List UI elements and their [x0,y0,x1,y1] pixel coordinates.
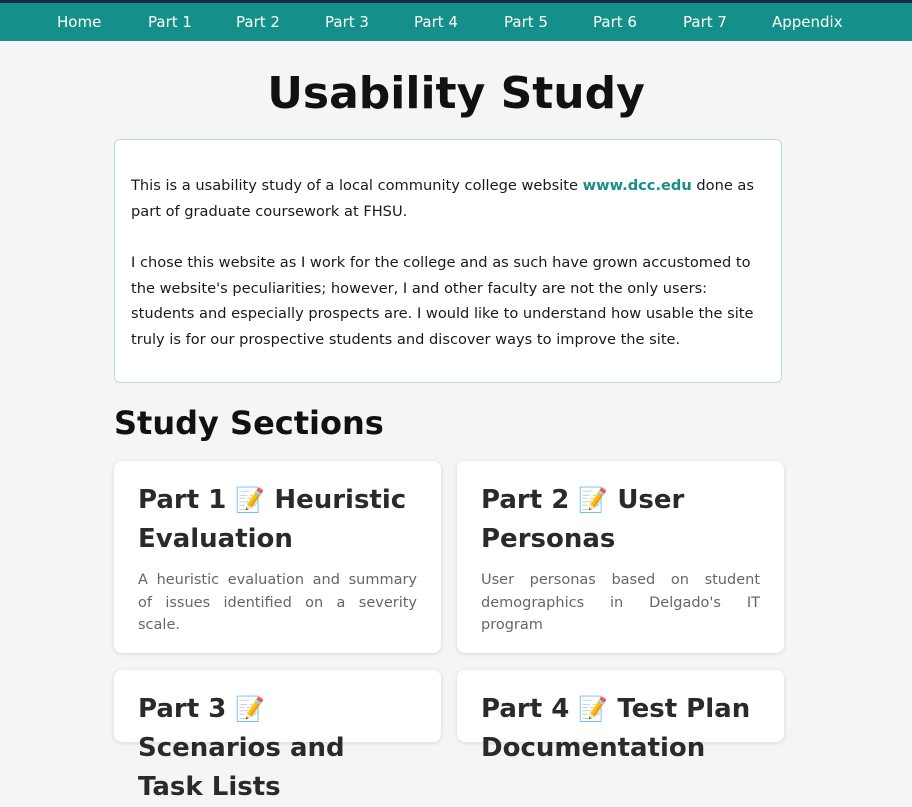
card-title: Part 4 📝 Test Plan Documentation [481,690,760,768]
card-title: Part 2 📝 User Personas [481,481,760,559]
card-description: A heuristic evaluation and summary of is… [138,572,417,633]
pencil-memo-icon: 📝 [235,695,266,723]
section-card-part-1[interactable]: Part 1 📝 Heuristic Evaluation A heuristi… [114,461,441,653]
card-part-label: Part 3 [138,694,227,724]
top-navigation-bar: Home Part 1 Part 2 Part 3 Part 4 Part 5 … [0,3,912,41]
card-description: User personas based on student demograph… [481,572,760,633]
nav-link-part-3[interactable]: Part 3 [325,3,369,41]
section-card-part-3[interactable]: Part 3 📝 Scenarios and Task Lists [114,670,441,802]
intro-paragraph-1: This is a usability study of a local com… [131,173,771,224]
intro-box: This is a usability study of a local com… [114,139,782,383]
page-title: Usability Study [267,68,645,119]
pencil-memo-icon: 📝 [235,486,266,514]
nav-link-part-2[interactable]: Part 2 [236,3,280,41]
nav-link-part-6[interactable]: Part 6 [593,3,637,41]
card-part-label: Part 4 [481,694,570,724]
study-sections-heading: Study Sections [114,404,384,442]
card-part-label: Part 2 [481,485,570,515]
pencil-memo-icon: 📝 [578,695,609,723]
nav-link-part-5[interactable]: Part 5 [504,3,548,41]
nav-link-home[interactable]: Home [57,3,101,41]
pencil-memo-icon: 📝 [578,486,609,514]
card-title: Part 3 📝 Scenarios and Task Lists [138,690,417,807]
section-card-part-2[interactable]: Part 2 📝 User Personas User personas bas… [457,461,784,653]
nav-link-part-1[interactable]: Part 1 [148,3,192,41]
nav-link-part-4[interactable]: Part 4 [414,3,458,41]
dcc-website-link[interactable]: www.dcc.edu [583,177,692,194]
card-title-text: Scenarios and Task Lists [138,733,345,802]
nav-link-appendix[interactable]: Appendix [772,3,843,41]
section-card-part-4[interactable]: Part 4 📝 Test Plan Documentation [457,670,784,763]
card-title: Part 1 📝 Heuristic Evaluation [138,481,417,559]
intro-paragraph-2: I chose this website as I work for the c… [131,254,754,348]
nav-link-part-7[interactable]: Part 7 [683,3,727,41]
card-part-label: Part 1 [138,485,227,515]
intro-text-before-link: This is a usability study of a local com… [131,177,583,194]
